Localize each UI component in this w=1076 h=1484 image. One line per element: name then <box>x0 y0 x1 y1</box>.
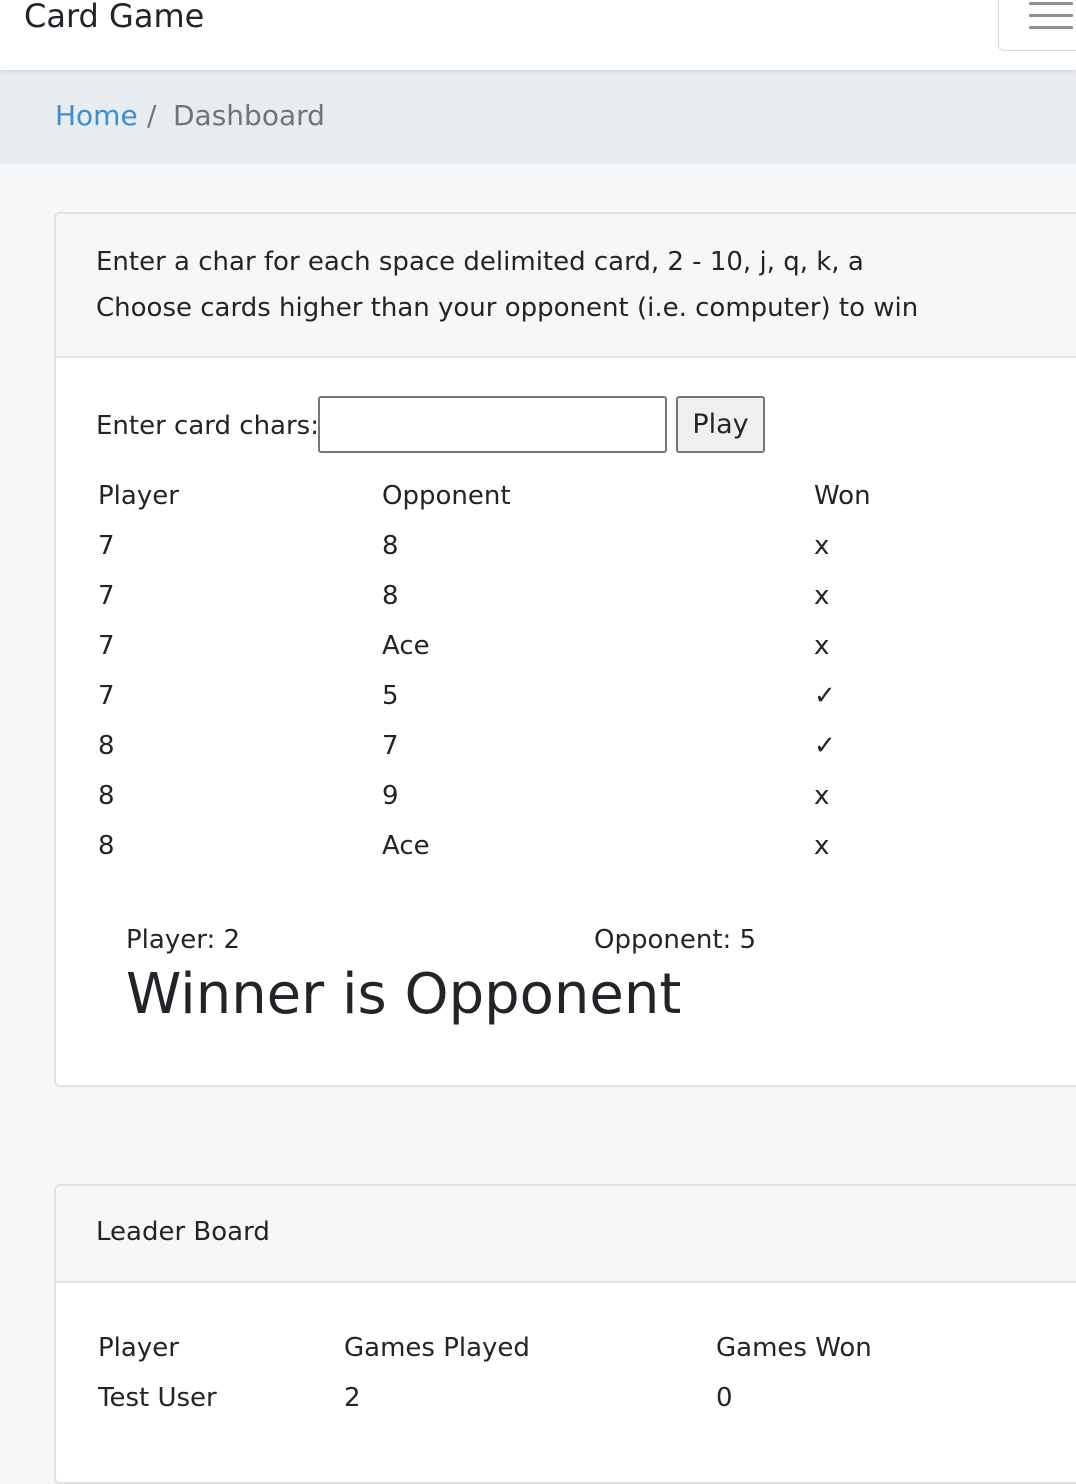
menu-bar <box>1029 2 1073 5</box>
opponent-card: 8 <box>382 581 399 611</box>
breadcrumb-separator: / <box>147 99 157 132</box>
breadcrumb-current: Dashboard <box>173 99 325 132</box>
opponent-card: 5 <box>382 681 399 711</box>
opponent-card: Ace <box>382 631 430 661</box>
player-card: 7 <box>98 531 115 561</box>
result-mark: x <box>814 581 830 611</box>
hamburger-menu-icon[interactable] <box>998 0 1076 51</box>
breadcrumb: Home / Dashboard <box>0 70 1076 164</box>
result-mark: x <box>814 631 830 661</box>
leaderboard-title: Leader Board <box>96 1217 270 1247</box>
game-card: Enter a char for each space delimited ca… <box>54 212 1076 1087</box>
column-header-opponent: Opponent <box>382 481 511 511</box>
column-header-player: Player <box>98 481 179 511</box>
player-card: 8 <box>98 781 115 811</box>
play-button[interactable]: Play <box>676 396 765 453</box>
instruction-line-2: Choose cards higher than your opponent (… <box>96 293 919 323</box>
opponent-card: 9 <box>382 781 399 811</box>
player-score: Player: 2 <box>126 925 241 955</box>
column-header-won: Won <box>814 481 871 511</box>
leaderboard-games-played: 2 <box>344 1383 361 1413</box>
brand-title[interactable]: Card Game <box>24 0 204 40</box>
card-chars-input[interactable] <box>318 396 667 453</box>
menu-bar <box>1029 26 1073 29</box>
leaderboard-header: Leader Board <box>56 1186 1076 1283</box>
result-mark: x <box>814 831 830 861</box>
result-mark: ✓ <box>814 731 836 761</box>
opponent-card: 7 <box>382 731 399 761</box>
result-mark: x <box>814 781 830 811</box>
player-card: 8 <box>98 731 115 761</box>
result-mark: x <box>814 531 830 561</box>
opponent-card: Ace <box>382 831 430 861</box>
opponent-score: Opponent: 5 <box>594 925 757 955</box>
winner-announcement: Winner is Opponent <box>126 962 682 1027</box>
leaderboard-player: Test User <box>98 1383 217 1413</box>
column-header-games-played: Games Played <box>344 1333 530 1363</box>
instruction-line-1: Enter a char for each space delimited ca… <box>96 247 864 277</box>
card-input-label: Enter card chars: <box>96 411 319 441</box>
game-card-header: Enter a char for each space delimited ca… <box>56 214 1076 358</box>
player-card: 7 <box>98 581 115 611</box>
navbar: Card Game <box>0 0 1076 70</box>
result-mark: ✓ <box>814 681 836 711</box>
player-card: 7 <box>98 681 115 711</box>
column-header-player: Player <box>98 1333 179 1363</box>
breadcrumb-home-link[interactable]: Home <box>55 98 138 134</box>
column-header-games-won: Games Won <box>716 1333 872 1363</box>
menu-bar <box>1029 14 1073 17</box>
player-card: 7 <box>98 631 115 661</box>
leaderboard-games-won: 0 <box>716 1383 733 1413</box>
opponent-card: 8 <box>382 531 399 561</box>
leaderboard-card: Leader Board Player Games Played Games W… <box>54 1184 1076 1484</box>
player-card: 8 <box>98 831 115 861</box>
